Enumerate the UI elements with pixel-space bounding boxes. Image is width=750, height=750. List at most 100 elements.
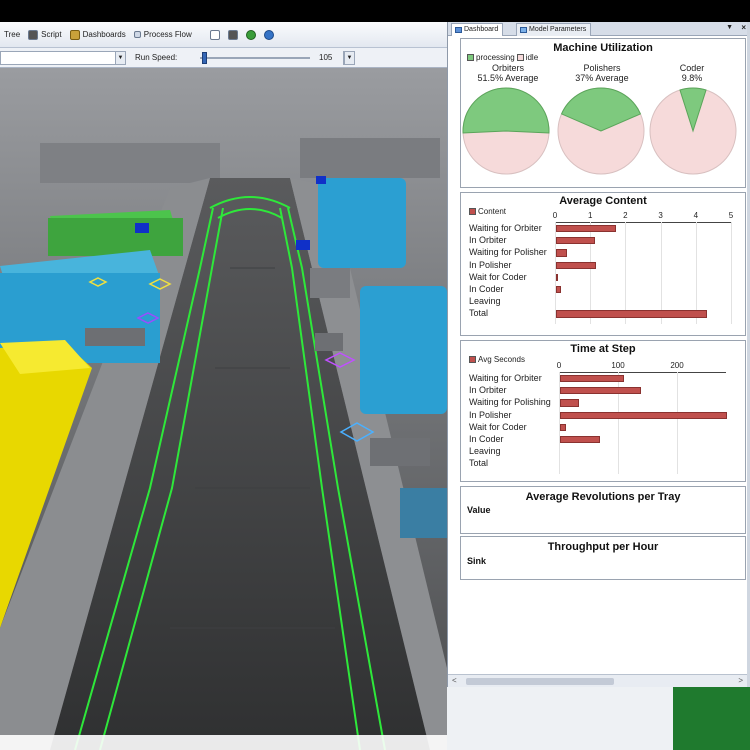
toolbar-script-label: Script [41,30,62,39]
throughput-row-label: Sink [467,556,487,566]
toolbar-process-flow-button[interactable]: Process Flow [130,25,196,45]
bar [556,225,616,233]
time-at-step-widget: Time at Step Avg Seconds 0 100 200 Waiting … [460,340,746,482]
toolbar-web-button[interactable] [260,25,278,45]
average-content-chart: 0 1 2 3 4 5 Waiting for Orbiter In Orbiter Waiti… [461,193,747,337]
bar [556,286,562,294]
x-tick-label: 4 [693,211,699,220]
dashboards-icon [69,29,80,40]
category-label: Waiting for Orbiter [469,223,542,233]
machine-utilization-widget: Machine Utilization processing idle Orbi… [460,38,746,188]
toolbar-tree-label: Tree [4,30,21,39]
legend-label-idle: idle [525,53,539,62]
tab-model-parameters[interactable]: Model Parameters [516,23,592,36]
grid-line [625,222,627,324]
x-tick-label: 0 [552,211,558,220]
x-tick-label: 3 [658,211,663,220]
toolbar-network-button[interactable] [206,25,224,45]
x-tick-label: 5 [728,211,734,220]
blank-area [447,687,673,750]
dashboard-horizontal-scrollbar[interactable]: < > [448,674,750,687]
category-label: Waiting for Polisher [469,247,547,258]
pie-orbiters-label: Orbiters 51.5% Average [463,63,553,83]
toolbar-view-button[interactable] [224,25,242,45]
chevron-down-icon: ▼ [344,52,354,64]
bar [560,375,624,383]
bar [556,310,708,318]
run-speed-label: Run Speed: [135,53,178,62]
toolbar-process-flow-label: Process Flow [143,30,192,39]
bar [556,261,597,269]
utilization-legend: processing idle [467,53,538,62]
side-unit [310,268,350,298]
pie-orbiters-name: Orbiters [491,63,524,73]
3d-model-view[interactable] [0,68,447,750]
pie-polishers-value: 37% Average [575,73,629,83]
chevron-down-icon: ▼ [115,52,125,64]
blue-cap [316,176,326,184]
bar [560,399,579,407]
run-speed-slider-thumb[interactable] [202,52,208,64]
green-machine [48,218,183,256]
tab-dashboard[interactable]: Dashboard [451,23,504,36]
scroll-left-icon[interactable]: < [452,676,457,685]
average-content-widget: Average Content Content 0 1 2 3 4 5 Waiting fo… [460,192,746,336]
toolbar-script-button[interactable]: Script [24,25,65,45]
window-icon [227,29,238,40]
grid-line [660,222,662,324]
bar [556,273,558,281]
category-label: Waiting for Orbiter [469,373,542,383]
utilization-pies [462,87,737,175]
legend-label-processing: processing [476,53,515,62]
x-tick-label: 1 [587,211,593,220]
network-icon [209,29,220,40]
category-label: In Orbiter [469,385,507,396]
x-tick-label: 200 [670,361,684,370]
average-revolutions-row-label: Value [467,505,491,515]
throughput-title: Throughput per Hour [547,541,659,553]
help-icon [245,29,256,40]
toolbar-dashboards-label: Dashboards [82,30,126,39]
top-black-band [0,0,750,22]
time-at-step-chart: 0 100 200 Waiting for Orbiter In Orbiter Wait… [461,341,747,483]
view-combobox[interactable]: ▼ [0,51,126,65]
run-speed-value: 105 [319,53,333,62]
side-unit [85,328,145,346]
tab-model-parameters-label: Model Parameters [529,26,587,33]
side-unit [370,438,430,466]
speed-bar: ▼ Run Speed: 105 ▼ [0,48,447,68]
category-label: In Orbiter [469,235,507,246]
bar [560,423,566,431]
panel-menu-chevron-down-icon[interactable]: ▼ [726,24,733,31]
dashboard-tab-strip: Dashboard Model Parameters ▼ × [448,22,750,36]
pie-polishers-label: Polishers 37% Average [557,63,647,83]
blue-machine-right [360,286,447,414]
pie-polishers-name: Polishers [583,63,621,73]
run-speed-dropdown[interactable]: ▼ [343,51,355,65]
pie-orbiters-value: 51.5% Average [477,73,539,83]
toolbar-dashboards-button[interactable]: Dashboards [66,25,130,45]
back-machinery-right [300,138,440,178]
toolbar-help-button[interactable] [242,25,260,45]
legend-swatch-idle [516,54,524,61]
category-label: Leaving [469,296,501,307]
legend-swatch-processing [467,54,474,61]
bar [560,411,727,419]
scroll-right-icon[interactable]: > [738,676,743,685]
category-label: Wait for Coder [469,271,527,282]
main-toolbar: Tree Script Dashboards Process Flow [0,22,447,48]
scrollbar-thumb[interactable] [466,678,614,685]
grid-line [731,222,732,324]
process-flow-icon [133,31,141,38]
panel-close-icon[interactable]: × [741,23,746,32]
x-tick-label: 2 [623,211,628,220]
average-revolutions-widget: Average Revolutions per Tray Value [460,486,746,534]
run-speed-slider-track[interactable] [200,57,310,59]
category-label: In Polisher [469,409,512,420]
blue-cap [296,240,310,250]
category-label: Wait for Coder [469,421,527,432]
toolbar-tree-button[interactable]: Tree [0,25,24,45]
bar [560,436,600,444]
category-label: Total [469,308,489,319]
pie-processing-slice [462,87,550,134]
